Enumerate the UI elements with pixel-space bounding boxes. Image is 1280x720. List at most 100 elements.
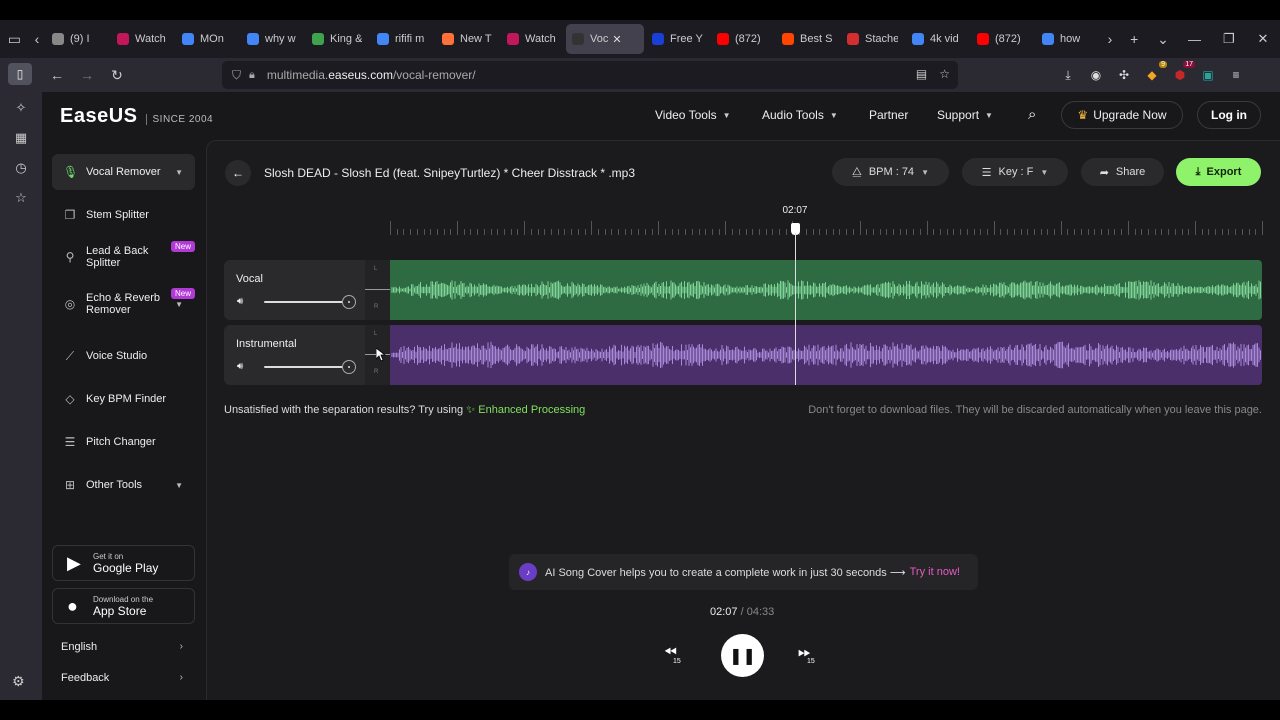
- close-window-icon[interactable]: ✕: [1246, 20, 1280, 58]
- audio-icon: [572, 33, 584, 45]
- lock-icon[interactable]: 🔒︎: [249, 69, 255, 82]
- chevron-down-icon[interactable]: ▼: [175, 300, 183, 309]
- feedback-link[interactable]: Feedback ›: [61, 672, 183, 684]
- new-tab-icon[interactable]: +: [1120, 20, 1149, 58]
- bookmark-star-icon[interactable]: ☆: [939, 67, 950, 81]
- tool-vocal-remover[interactable]: 🎙︎ Vocal Remover ▼: [52, 154, 195, 190]
- browser-tab[interactable]: (9) I: [46, 24, 109, 54]
- chevron-down-icon[interactable]: ▼: [175, 168, 183, 177]
- browser-tab[interactable]: Free Y: [646, 24, 709, 54]
- forward-arrow-icon[interactable]: →: [72, 60, 102, 90]
- ublock-badge-count: 17: [1183, 61, 1195, 68]
- extension-teal-icon[interactable]: ▣: [1198, 65, 1218, 85]
- close-tab-icon[interactable]: ✕: [612, 33, 621, 46]
- volume-icon[interactable]: 🔊︎: [237, 361, 243, 372]
- tool-pitch-changer[interactable]: ☰ Pitch Changer: [52, 424, 195, 460]
- volume-icon[interactable]: 🔊︎: [237, 296, 243, 307]
- tool-key-bpm-finder[interactable]: ◇ Key BPM Finder: [52, 381, 195, 417]
- extension-badge-icon[interactable]: ◆ 9: [1142, 61, 1167, 85]
- search-icon[interactable]: ⌕: [1028, 106, 1036, 123]
- back-button[interactable]: ←: [225, 160, 251, 186]
- waveform-instrumental[interactable]: [390, 325, 1262, 385]
- synced-tabs-icon[interactable]: ▦: [15, 130, 27, 146]
- browser-tab[interactable]: King &: [306, 24, 369, 54]
- downloads-icon[interactable]: ⤓: [1058, 65, 1078, 85]
- volume-slider-track[interactable]: [264, 301, 348, 303]
- ruler-tick: [1067, 229, 1069, 235]
- account-icon[interactable]: ◉: [1086, 65, 1106, 85]
- volume-slider-knob[interactable]: [342, 360, 356, 374]
- skip-back-15-icon[interactable]: ⏪︎ 15: [664, 644, 681, 665]
- youtube-icon: [717, 33, 729, 45]
- nav-partner[interactable]: Partner: [869, 108, 908, 122]
- tabs-scroll-left-icon[interactable]: ‹: [29, 20, 45, 58]
- try-it-now-link[interactable]: Try it now!: [910, 566, 960, 578]
- shield-icon[interactable]: ⛉: [232, 68, 241, 83]
- google-play-button[interactable]: ▶ Get it on Google Play: [52, 545, 195, 581]
- tool-lead-back-splitter[interactable]: ⚲ Lead & Back Splitter New: [52, 239, 195, 275]
- back-arrow-icon[interactable]: ←: [42, 60, 72, 90]
- easeus-logo[interactable]: EaseUS SINCE 2004: [60, 105, 213, 128]
- nav-support[interactable]: Support ▼: [937, 108, 993, 122]
- tabs-scroll-right-icon[interactable]: ›: [1100, 20, 1120, 58]
- ublock-icon[interactable]: ⬢ 17: [1170, 61, 1195, 85]
- browser-tab[interactable]: rififi m: [371, 24, 434, 54]
- tool-echo-reverb-remover[interactable]: ◎ Echo & Reverb Remover ▼ New: [52, 286, 195, 322]
- skip-forward-15-icon[interactable]: ⏩︎ 15: [798, 644, 815, 665]
- ruler-tick: [946, 229, 948, 235]
- browser-tab[interactable]: Voc ✕: [566, 24, 644, 54]
- ai-sparkle-icon[interactable]: ✧: [16, 100, 27, 116]
- browser-tab[interactable]: Stache: [841, 24, 904, 54]
- browser-tab[interactable]: how: [1036, 24, 1099, 54]
- browser-tab[interactable]: Best S: [776, 24, 839, 54]
- browser-tab[interactable]: why w: [241, 24, 304, 54]
- waveform-vocal[interactable]: [390, 260, 1262, 320]
- browser-tab[interactable]: MOn: [176, 24, 239, 54]
- ai-song-cover-banner[interactable]: ♪ AI Song Cover helps you to create a co…: [509, 554, 978, 590]
- reload-icon[interactable]: ↻: [102, 60, 132, 90]
- tool-other-tools[interactable]: ⊞ Other Tools ▼: [52, 467, 195, 503]
- upgrade-now-button[interactable]: ♛ Upgrade Now: [1061, 101, 1183, 129]
- pause-button[interactable]: ❚❚: [721, 634, 764, 677]
- browser-tab[interactable]: Watch: [111, 24, 174, 54]
- extensions-icon[interactable]: ✣: [1114, 65, 1134, 85]
- bpm-dropdown[interactable]: ⧋ BPM : 74 ▼: [832, 158, 949, 186]
- browser-tab[interactable]: (872): [711, 24, 774, 54]
- sidebar-toggle-icon[interactable]: ▯: [8, 63, 32, 85]
- language-selector[interactable]: English ›: [61, 641, 183, 653]
- nav-video-tools[interactable]: Video Tools ▼: [655, 108, 731, 122]
- restore-icon[interactable]: ❐: [1212, 20, 1246, 58]
- history-icon[interactable]: ◷: [15, 160, 26, 176]
- browser-tab[interactable]: 4k vid: [906, 24, 969, 54]
- chevron-down-icon[interactable]: ▼: [175, 481, 183, 490]
- ruler-tick: [698, 229, 700, 235]
- login-button[interactable]: Log in: [1197, 101, 1261, 129]
- browser-tab[interactable]: (872): [971, 24, 1034, 54]
- url-bar[interactable]: ⛉ 🔒︎ multimedia.easeus.com/vocal-remover…: [222, 61, 958, 89]
- tool-voice-studio[interactable]: ⟋ Voice Studio: [52, 338, 195, 374]
- minimize-icon[interactable]: —: [1177, 20, 1211, 58]
- ruler-tick: [1107, 229, 1109, 235]
- share-button[interactable]: ➦ Share: [1081, 158, 1164, 186]
- app-store-button[interactable]: ● Download on the App Store: [52, 588, 195, 624]
- key-dropdown[interactable]: ☰ Key : F ▼: [962, 158, 1068, 186]
- browser-tab[interactable]: New T: [436, 24, 499, 54]
- enhanced-processing-link[interactable]: Enhanced Processing: [478, 404, 585, 416]
- chevron-down-icon: ▼: [829, 110, 838, 120]
- ruler-tick: [530, 229, 532, 235]
- menu-icon[interactable]: ≡: [1226, 65, 1246, 85]
- customize-gear-icon[interactable]: ⚙: [12, 673, 25, 690]
- tool-label: Other Tools: [86, 479, 143, 491]
- tool-stem-splitter[interactable]: ❐ Stem Splitter: [52, 197, 195, 233]
- browser-tab[interactable]: Watch: [501, 24, 564, 54]
- volume-slider-track[interactable]: [264, 366, 348, 368]
- export-button[interactable]: ⤓ Export: [1176, 158, 1261, 186]
- timeline-ruler[interactable]: [390, 219, 1263, 235]
- nav-audio-tools[interactable]: Audio Tools ▼: [762, 108, 838, 122]
- tab-overflow-chevron-icon[interactable]: ⌄: [1149, 20, 1178, 58]
- bookmarks-star-icon[interactable]: ☆: [15, 190, 27, 206]
- volume-slider-knob[interactable]: [342, 295, 356, 309]
- tab-list-icon[interactable]: ▭: [0, 20, 29, 58]
- reader-view-icon[interactable]: ▤: [916, 67, 927, 81]
- ruler-tick: [785, 229, 787, 235]
